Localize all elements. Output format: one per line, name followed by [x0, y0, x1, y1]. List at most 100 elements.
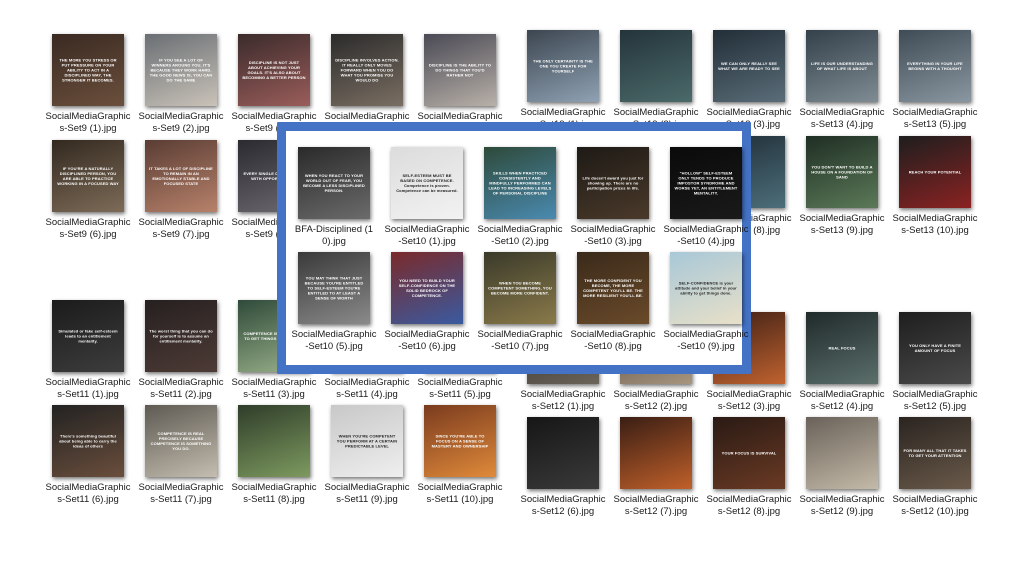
file-item[interactable]: Life doesn't award you just for showing … — [569, 147, 657, 248]
image-thumbnail[interactable]: WHEN YOU'RE COMPETENT YOU PERFORM AT A C… — [331, 405, 403, 477]
thumbnail-caption: Life doesn't award you just for showing … — [582, 175, 644, 191]
file-item[interactable]: SocialMediaGraphics-Set12 (6).jpg — [519, 417, 607, 518]
file-item[interactable]: COMPETENCE IS REAL PRECISELY BECAUSE COM… — [137, 405, 225, 506]
file-name-label: SocialMediaGraphics-Set9 (2).jpg — [138, 111, 224, 134]
file-name-label: SocialMediaGraphics-Set11 (1).jpg — [45, 377, 131, 400]
thumbnail-caption: DISCIPLINE INVOLVES ACTION. IT REALLY ON… — [335, 57, 399, 83]
image-thumbnail[interactable]: WHEN YOU BECOME COMPETENT SOMETHING, YOU… — [484, 252, 556, 324]
file-item[interactable]: WHEN YOU'RE COMPETENT YOU PERFORM AT A C… — [323, 405, 411, 506]
file-name-label: SocialMediaGraphics-Set11 (2).jpg — [138, 377, 224, 400]
file-item[interactable]: The worst thing that you can do for your… — [137, 300, 225, 401]
file-item[interactable]: FOR MANY ALL THAT IT TAKES TO GET YOUR A… — [891, 417, 979, 518]
image-thumbnail[interactable]: DISCIPLINE IS THE ABILITY TO DO THINGS T… — [424, 34, 496, 106]
thumbnail-caption: IF YOU SEE A LOT OF WINNERS AROUND YOU, … — [149, 57, 213, 83]
file-name-label: BFA-Disciplined (10).jpg — [294, 224, 374, 247]
image-thumbnail[interactable] — [620, 30, 692, 102]
file-item[interactable]: IT TAKES A LOT OF DISCIPLINE TO REMAIN I… — [137, 140, 225, 241]
file-item[interactable]: SELF-ESTEEM MUST BE BASED ON COMPETENCE.… — [383, 147, 471, 248]
image-thumbnail[interactable]: YOU ONLY HAVE A FINITE AMOUNT OF FOCUS — [899, 312, 971, 384]
image-thumbnail[interactable]: DISCIPLINE IS NOT JUST ABOUT ACHIEVING Y… — [238, 34, 310, 106]
thumbnail-caption: COMPETENCE IS REAL PRECISELY BECAUSE COM… — [150, 431, 212, 451]
file-name-label: SocialMediaGraphic-Set10 (9).jpg — [663, 329, 749, 352]
image-thumbnail[interactable]: Simulated or fake self-esteem leads to a… — [52, 300, 124, 372]
file-item[interactable]: SocialMediaGraphics-Set13 (2).jpg — [612, 30, 700, 131]
image-thumbnail[interactable]: WHEN YOU REACT TO YOUR WORLD OUT OF FEAR… — [298, 147, 370, 219]
file-item[interactable]: YOU NEED TO BUILD YOUR SELF-CONFIDENCE O… — [383, 252, 471, 353]
image-thumbnail[interactable]: The worst thing that you can do for your… — [145, 300, 217, 372]
file-item[interactable]: SELF-CONFIDENCE is your attitude and you… — [662, 252, 750, 353]
file-name-label: SocialMediaGraphics-Set11 (8).jpg — [231, 482, 317, 505]
file-item[interactable]: YOUR FOCUS IS SURVIVAL SocialMediaGraphic… — [705, 417, 793, 518]
file-name-label: SocialMediaGraphics-Set9 (1).jpg — [45, 111, 131, 134]
image-thumbnail[interactable]: "HOLLOW" SELF-ESTEEM ONLY TENDS TO PRODU… — [670, 147, 742, 219]
image-thumbnail[interactable]: THE MORE CONFIDENT YOU BECOME, THE MORE … — [577, 252, 649, 324]
file-item[interactable]: REAL FOCUS SocialMediaGraphics-Set12 (4).… — [798, 312, 886, 413]
image-thumbnail[interactable]: COMPETENCE IS REAL PRECISELY BECAUSE COM… — [145, 405, 217, 477]
file-item[interactable]: SKILLS WHEN PRACTICED CONSISTENTLY AND M… — [476, 147, 564, 248]
image-thumbnail[interactable]: EVERYTHING IN YOUR LIFE BEGINS WITH A TH… — [899, 30, 971, 102]
file-name-label: SocialMediaGraphics-Set12 (5).jpg — [892, 389, 978, 412]
image-thumbnail[interactable]: REAL FOCUS — [806, 312, 878, 384]
file-name-label: SocialMediaGraphics-Set13 (9).jpg — [799, 213, 885, 236]
file-item[interactable]: SocialMediaGraphics-Set12 (9).jpg — [798, 417, 886, 518]
file-item[interactable]: SocialMediaGraphics-Set12 (7).jpg — [612, 417, 700, 518]
file-item[interactable]: DISCIPLINE INVOLVES ACTION. IT REALLY ON… — [323, 34, 411, 135]
image-thumbnail[interactable]: YOU MAY THINK THAT JUST BECAUSE YOU'RE E… — [298, 252, 370, 324]
file-item[interactable]: DISCIPLINE IS THE ABILITY TO DO THINGS T… — [416, 34, 504, 135]
file-item[interactable]: THE MORE CONFIDENT YOU BECOME, THE MORE … — [569, 252, 657, 353]
image-thumbnail[interactable]: SELF-CONFIDENCE is your attitude and you… — [670, 252, 742, 324]
image-thumbnail[interactable]: DISCIPLINE INVOLVES ACTION. IT REALLY ON… — [331, 34, 403, 106]
file-item[interactable]: Simulated or fake self-esteem leads to a… — [44, 300, 132, 401]
image-thumbnail[interactable]: IF YOU SEE A LOT OF WINNERS AROUND YOU, … — [145, 34, 217, 106]
file-item[interactable]: There's something beautiful about being … — [44, 405, 132, 506]
file-item[interactable]: IF YOU SEE A LOT OF WINNERS AROUND YOU, … — [137, 34, 225, 135]
file-item[interactable]: WHEN YOU BECOME COMPETENT SOMETHING, YOU… — [476, 252, 564, 353]
image-thumbnail[interactable]: THE ONLY CERTAINTY IS THE ONE YOU CREATE… — [527, 30, 599, 102]
image-thumbnail[interactable]: YOU NEED TO BUILD YOUR SELF-CONFIDENCE O… — [391, 252, 463, 324]
file-item[interactable]: LIFE IS OUR UNDERSTANDING OF WHAT LIFE I… — [798, 30, 886, 131]
image-thumbnail[interactable]: There's something beautiful about being … — [52, 405, 124, 477]
file-item[interactable]: SocialMediaGraphics-Set11 (8).jpg — [230, 405, 318, 506]
image-thumbnail[interactable] — [620, 417, 692, 489]
file-item[interactable]: YOU ONLY HAVE A FINITE AMOUNT OF FOCUS So… — [891, 312, 979, 413]
file-item[interactable]: YOU DON'T WANT TO BUILD A HOUSE ON A FOU… — [798, 136, 886, 237]
image-thumbnail[interactable]: REACH YOUR POTENTIAL — [899, 136, 971, 208]
thumbnail-caption: YOU NEED TO BUILD YOUR SELF-CONFIDENCE O… — [398, 278, 456, 298]
image-thumbnail[interactable] — [527, 417, 599, 489]
image-thumbnail[interactable] — [238, 405, 310, 477]
thumbnail-caption: IF YOU'RE A NATURALLY DISCIPLINED PERSON… — [57, 166, 119, 186]
image-thumbnail[interactable]: FOR MANY ALL THAT IT TAKES TO GET YOUR A… — [899, 417, 971, 489]
file-item[interactable]: THE ONLY CERTAINTY IS THE ONE YOU CREATE… — [519, 30, 607, 131]
file-item[interactable]: DISCIPLINE IS NOT JUST ABOUT ACHIEVING Y… — [230, 34, 318, 135]
thumbnail-caption: SKILLS WHEN PRACTICED CONSISTENTLY AND M… — [488, 170, 552, 196]
thumbnail-caption: YOUR FOCUS IS SURVIVAL — [721, 450, 777, 456]
file-item[interactable]: "HOLLOW" SELF-ESTEEM ONLY TENDS TO PRODU… — [662, 147, 750, 248]
file-item[interactable]: REACH YOUR POTENTIAL SocialMediaGraphics-… — [891, 136, 979, 237]
image-thumbnail[interactable] — [806, 417, 878, 489]
file-name-label: SocialMediaGraphic-Set10 (1).jpg — [384, 224, 470, 247]
image-thumbnail[interactable]: SELF-ESTEEM MUST BE BASED ON COMPETENCE.… — [391, 147, 463, 219]
image-thumbnail[interactable]: WE CAN ONLY REALLY SEE WHAT WE ARE READY… — [713, 30, 785, 102]
image-thumbnail[interactable]: LIFE IS OUR UNDERSTANDING OF WHAT LIFE I… — [806, 30, 878, 102]
file-item[interactable]: IF YOU'RE A NATURALLY DISCIPLINED PERSON… — [44, 140, 132, 241]
image-thumbnail[interactable]: YOU DON'T WANT TO BUILD A HOUSE ON A FOU… — [806, 136, 878, 208]
image-thumbnail[interactable]: Life doesn't award you just for showing … — [577, 147, 649, 219]
file-item[interactable]: WE CAN ONLY REALLY SEE WHAT WE ARE READY… — [705, 30, 793, 131]
file-name-label: SocialMediaGraphics-Set12 (10).jpg — [892, 494, 978, 517]
image-thumbnail[interactable]: SINCE YOU'RE ABLE TO FOCUS ON A SENSE OF… — [424, 405, 496, 477]
file-name-label: SocialMediaGraphics-Set11 (9).jpg — [324, 482, 410, 505]
file-item[interactable]: EVERYTHING IN YOUR LIFE BEGINS WITH A TH… — [891, 30, 979, 131]
image-thumbnail[interactable]: YOUR FOCUS IS SURVIVAL — [713, 417, 785, 489]
file-name-label: SocialMediaGraphics-Set11 (10).jpg — [417, 482, 503, 505]
image-thumbnail[interactable]: SKILLS WHEN PRACTICED CONSISTENTLY AND M… — [484, 147, 556, 219]
thumbnail-caption: YOU ONLY HAVE A FINITE AMOUNT OF FOCUS — [908, 343, 962, 353]
file-item[interactable]: SINCE YOU'RE ABLE TO FOCUS ON A SENSE OF… — [416, 405, 504, 506]
image-thumbnail[interactable]: THE MORE YOU STRESS OR PUT PRESSURE ON Y… — [52, 34, 124, 106]
file-item[interactable]: YOU MAY THINK THAT JUST BECAUSE YOU'RE E… — [290, 252, 378, 353]
file-item[interactable]: WHEN YOU REACT TO YOUR WORLD OUT OF FEAR… — [290, 147, 378, 248]
image-thumbnail[interactable]: IF YOU'RE A NATURALLY DISCIPLINED PERSON… — [52, 140, 124, 212]
file-name-label: SocialMediaGraphic-Set10 (7).jpg — [477, 329, 563, 352]
image-thumbnail[interactable]: IT TAKES A LOT OF DISCIPLINE TO REMAIN I… — [145, 140, 217, 212]
file-item[interactable]: THE MORE YOU STRESS OR PUT PRESSURE ON Y… — [44, 34, 132, 135]
file-name-label: SocialMediaGraphics-Set11 (5).jpg — [417, 377, 503, 400]
